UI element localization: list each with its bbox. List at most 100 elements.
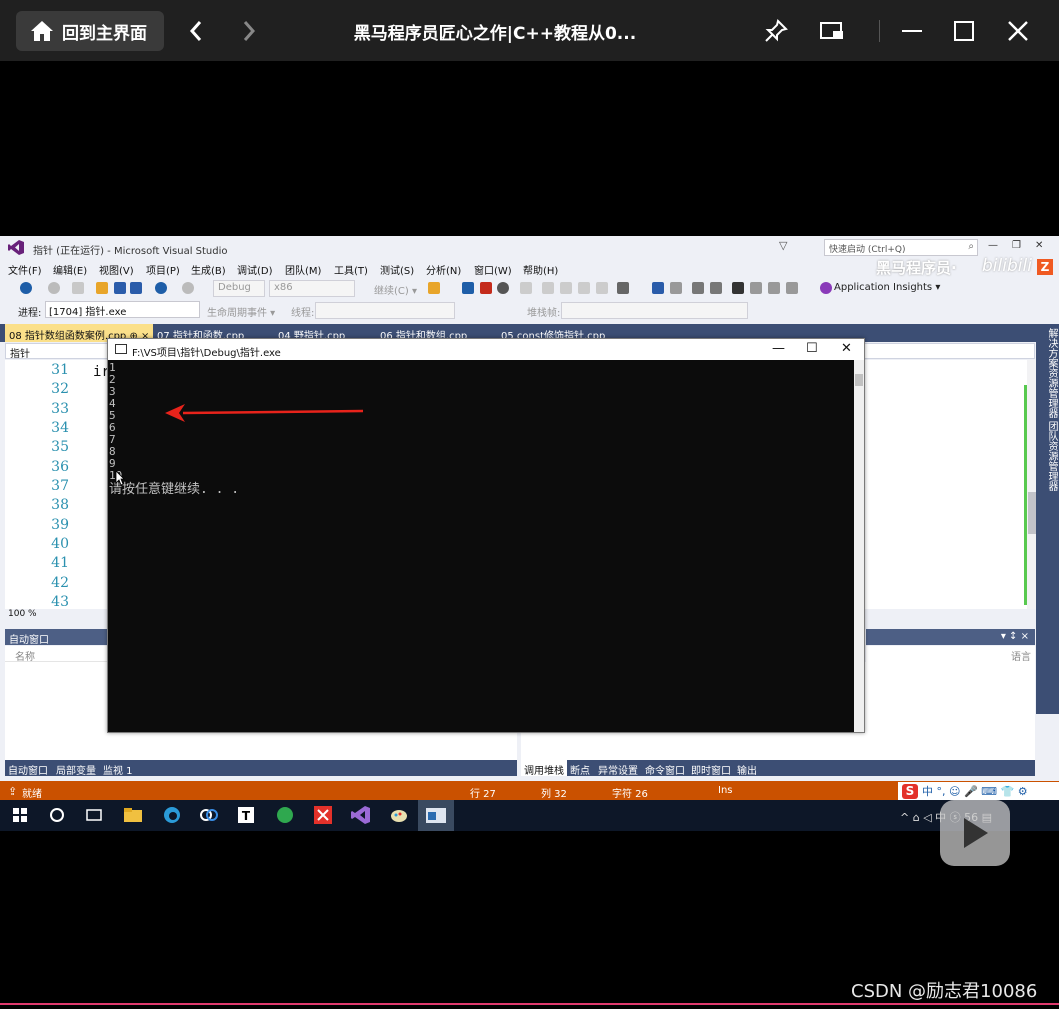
green-ball-app-icon[interactable] [273,804,297,826]
save-icon[interactable] [114,282,126,294]
picture-in-picture-icon [820,22,843,39]
maximize-button[interactable] [950,17,978,45]
back-button[interactable] [183,17,209,45]
step-back-icon[interactable] [596,282,608,294]
menu-build[interactable]: 生成(B) [191,262,226,277]
open-file-icon[interactable] [96,282,108,294]
file-explorer-icon[interactable] [121,804,145,826]
pip-button[interactable] [818,17,846,45]
tab-watch[interactable]: 监视 1 [100,760,136,777]
console-close-icon[interactable]: ✕ [841,341,852,356]
forward-button[interactable] [236,17,262,45]
home-button[interactable]: 回到主界面 [16,11,164,51]
minimize-button[interactable] [898,17,926,45]
tab-autos[interactable]: 自动窗口 [5,760,51,777]
back-nav-icon[interactable] [20,282,32,294]
save-all-icon[interactable] [130,282,142,294]
csdn-watermark: CSDN @励志君10086 [851,981,1038,1002]
stop-icon[interactable] [480,282,492,294]
menu-team[interactable]: 团队(M) [285,262,321,277]
app-insights-icon[interactable] [820,282,832,294]
pause-icon[interactable] [462,282,474,294]
step-over-icon[interactable] [560,282,572,294]
outdent-icon[interactable] [710,282,722,294]
new-project-icon[interactable] [72,282,84,294]
indent-icon[interactable] [692,282,704,294]
app-insights-button[interactable]: Application Insights ▾ [834,282,940,293]
tab-output[interactable]: 输出 [734,760,760,777]
threads-icon[interactable] [652,282,664,294]
svg-text:T: T [242,809,251,823]
play-button[interactable] [940,800,1010,866]
tab-command-window[interactable]: 命令窗口 [642,760,688,777]
console-minimize-icon[interactable]: — [772,341,785,356]
tab-callstack[interactable]: 调用堆栈 [521,760,567,777]
menu-project[interactable]: 项目(P) [146,262,180,277]
windows-start-icon[interactable] [8,804,32,826]
breakpoints-icon[interactable] [670,282,682,294]
menu-view[interactable]: 视图(V) [99,262,134,277]
console-app-icon[interactable] [418,800,454,831]
ime-status-icons[interactable]: 中 °, ☺ 🎤 ⌨ 👕 ⚙ [922,783,1028,799]
vs-minimize-icon[interactable]: — [988,240,998,251]
menu-help[interactable]: 帮助(H) [523,262,558,277]
bookmark-icon[interactable] [732,282,744,294]
thread-select[interactable] [315,302,455,319]
tab-immediate-window[interactable]: 即时窗口 [688,760,734,777]
console-window[interactable]: F:\VS项目\指针\Debug\指针.exe — ☐ ✕ 1 2 3 4 5 … [107,338,865,733]
show-next-statement-icon[interactable] [520,282,532,294]
redo-icon[interactable] [182,282,194,294]
vs-restore-icon[interactable]: ❐ [1012,240,1021,251]
undo-icon[interactable] [155,282,167,294]
edge-browser-icon[interactable] [160,804,184,826]
next-bookmark-icon[interactable] [768,282,780,294]
ime-toolbar[interactable]: S 中 °, ☺ 🎤 ⌨ 👕 ⚙ [898,782,1059,800]
task-view-icon[interactable] [82,804,106,826]
menu-analyze[interactable]: 分析(N) [426,262,461,277]
paint-app-icon[interactable] [387,804,411,826]
vs-close-icon[interactable]: ✕ [1035,240,1043,251]
menu-file[interactable]: 文件(F) [8,262,42,277]
search-circle-icon[interactable] [45,804,69,826]
tab-locals[interactable]: 局部变量 [53,760,99,777]
tab-exception-settings[interactable]: 异常设置 [595,760,641,777]
visual-studio-taskbar-icon[interactable] [349,804,373,826]
typora-icon[interactable]: T [234,804,258,826]
menu-tools[interactable]: 工具(T) [334,262,368,277]
scrollbar-thumb[interactable] [1028,492,1036,534]
pin-button[interactable] [762,17,790,45]
callstack-window-controls[interactable]: ▾ ↕ × [866,629,1035,645]
platform-select[interactable]: x86 [269,280,355,297]
menu-test[interactable]: 测试(S) [380,262,414,277]
config-select[interactable]: Debug [213,280,265,297]
sogou-ime-icon[interactable]: S [902,783,918,799]
console-maximize-icon[interactable]: ☐ [806,341,818,356]
continue-button[interactable]: 继续(C) ▾ [374,282,417,297]
stackframe-select[interactable] [561,302,748,319]
filter-icon[interactable]: ▽ [779,239,787,252]
console-titlebar[interactable]: F:\VS项目\指针\Debug\指针.exe — ☐ ✕ [108,339,864,360]
clear-bookmarks-icon[interactable] [786,282,798,294]
forward-nav-icon[interactable] [48,282,60,294]
xmind-icon[interactable] [311,804,335,826]
tab-breakpoints[interactable]: 断点 [567,760,593,777]
restart-icon[interactable] [497,282,509,294]
console-scrollbar[interactable] [854,360,864,732]
solution-explorer-rail[interactable]: 解决方案资源管理器 团队资源管理器 [1036,324,1059,714]
hex-display-icon[interactable] [617,282,629,294]
close-button[interactable] [1004,17,1032,45]
prev-bookmark-icon[interactable] [750,282,762,294]
lifecycle-events-button[interactable]: 生命周期事件 ▾ [207,304,275,319]
home-icon [31,21,53,41]
quick-launch-input[interactable]: 快速启动 (Ctrl+Q) ⌕ [824,239,978,256]
step-out-icon[interactable] [578,282,590,294]
callstack-language-column[interactable]: 语言 [866,646,1035,663]
menu-window[interactable]: 窗口(W) [474,262,512,277]
menu-debug[interactable]: 调试(D) [237,262,273,277]
console-scrollbar-thumb[interactable] [855,374,863,386]
menu-edit[interactable]: 编辑(E) [53,262,87,277]
step-into-icon[interactable] [542,282,554,294]
hot-reload-icon[interactable] [428,282,440,294]
baidu-netdisk-icon[interactable] [197,804,221,826]
process-select[interactable]: [1704] 指针.exe [45,301,200,318]
